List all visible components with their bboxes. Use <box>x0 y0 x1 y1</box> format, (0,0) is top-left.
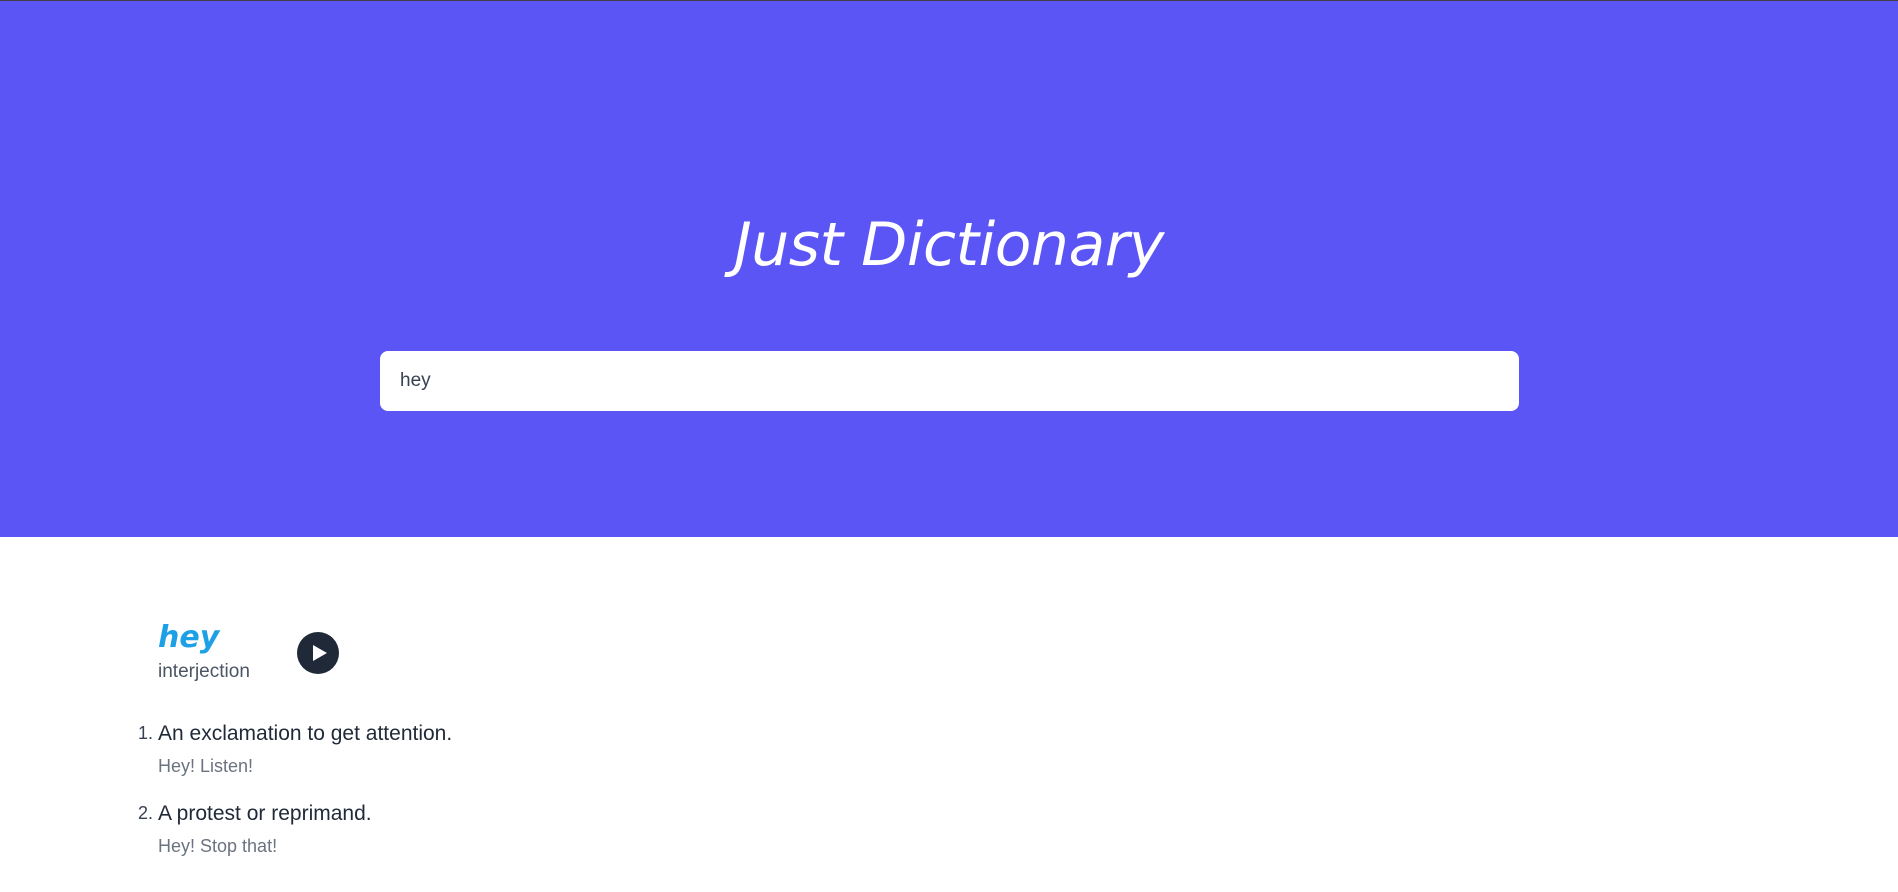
search-input[interactable] <box>380 351 1519 411</box>
word-title: hey <box>158 620 220 655</box>
definition-text: An exclamation to get attention. <box>158 722 453 745</box>
definitions-list: An exclamation to get attention. Hey! Li… <box>138 720 453 880</box>
hero-header: Just Dictionary <box>0 1 1898 537</box>
part-of-speech: interjection <box>158 661 250 682</box>
play-pronunciation-button[interactable] <box>297 632 339 674</box>
definition-example: Hey! Stop that! <box>158 836 278 856</box>
definition-item: An exclamation to get attention. Hey! Li… <box>138 720 453 778</box>
word-result: hey interjection An exclamation to get a… <box>138 620 1758 856</box>
definition-item: A protest or reprimand. Hey! Stop that! <box>138 800 452 858</box>
app-title: Just Dictionary <box>734 210 1164 280</box>
definition-text: A protest or reprimand. <box>158 802 372 825</box>
play-icon <box>312 645 327 661</box>
word-header: hey interjection <box>158 620 1758 686</box>
definition-example: Hey! Listen! <box>158 756 254 776</box>
